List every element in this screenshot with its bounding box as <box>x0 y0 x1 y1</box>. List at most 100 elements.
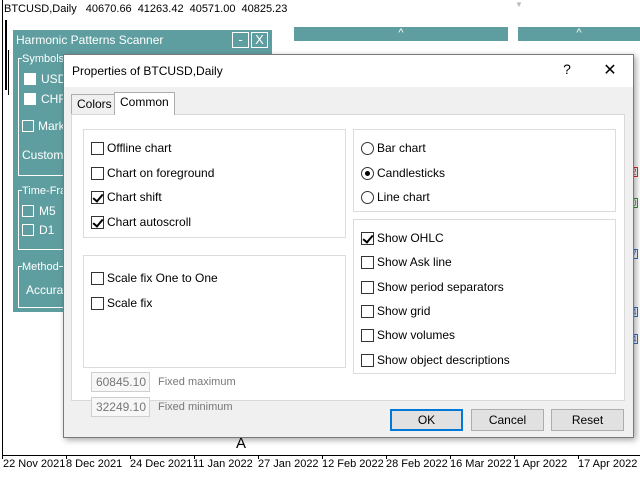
symbols-group-label: Symbols <box>22 53 65 65</box>
line-chart-option[interactable]: Line chart <box>361 189 430 205</box>
time-axis-tick <box>386 455 387 459</box>
chart-left-border <box>2 0 3 455</box>
show-object-descriptions-option[interactable]: Show object descriptions <box>361 352 510 368</box>
candlesticks-radio[interactable] <box>361 166 374 180</box>
ok-button[interactable]: OK <box>390 409 463 431</box>
time-axis-label: 8 Dec 2021 <box>66 458 123 470</box>
candlesticks-label: Candlesticks <box>377 166 446 180</box>
bar-chart-label: Bar chart <box>377 141 426 155</box>
show-ask-line-checkbox[interactable] <box>361 255 374 269</box>
properties-dialog[interactable]: Properties of BTCUSD,Daily ? ✕ Colors Co… <box>63 54 634 438</box>
time-axis-tick <box>450 455 451 459</box>
mark-label: Mark <box>38 119 65 133</box>
m5-checkbox[interactable] <box>22 205 34 217</box>
chart-close: 40825.23 <box>241 3 288 15</box>
chart-high: 41263.42 <box>137 3 184 15</box>
line-chart-label: Line chart <box>377 190 430 204</box>
offline-chart-label: Offline chart <box>107 141 172 155</box>
mark-checkbox[interactable] <box>22 120 34 132</box>
chart-header: BTCUSD,Daily 40670.66 41263.42 40571.00 408… <box>4 3 293 15</box>
dialog-titlebar[interactable]: Properties of BTCUSD,Daily ? ✕ <box>64 55 633 87</box>
chevron-up-icon: ^ <box>398 27 404 39</box>
time-axis-tick <box>2 455 3 459</box>
tab-colors[interactable]: Colors <box>71 94 118 115</box>
chart-foreground-option[interactable]: Chart on foreground <box>91 165 214 181</box>
show-volumes-option[interactable]: Show volumes <box>361 327 455 343</box>
reset-button[interactable]: Reset <box>551 409 624 431</box>
m5-label: M5 <box>39 204 56 218</box>
show-ask-line-option[interactable]: Show Ask line <box>361 254 452 270</box>
show-period-separators-option[interactable]: Show period separators <box>361 279 504 295</box>
fixed-maximum-label: Fixed maximum <box>158 376 236 388</box>
show-grid-option[interactable]: Show grid <box>361 303 430 319</box>
chart-shift-checkbox[interactable] <box>91 190 104 204</box>
usd-checkbox[interactable] <box>24 73 36 85</box>
chart-shift-label: Chart shift <box>107 190 162 204</box>
chart-panel-expand-button[interactable]: ^ <box>294 27 508 41</box>
show-volumes-label: Show volumes <box>377 328 456 342</box>
scale-fix-checkbox[interactable] <box>91 296 104 310</box>
custom-label: Custom <box>22 148 64 162</box>
fixed-minimum-input[interactable]: 32249.10 <box>91 397 150 417</box>
chart-shift-option[interactable]: Chart shift <box>91 189 162 205</box>
chart-foreground-label: Chart on foreground <box>107 166 215 180</box>
chart-autoscroll-option[interactable]: Chart autoscroll <box>91 214 191 230</box>
chevron-up-icon: ^ <box>576 27 582 39</box>
candle-wick <box>8 50 9 95</box>
bar-chart-radio[interactable] <box>361 141 374 155</box>
fixed-minimum-label: Fixed minimum <box>158 401 233 413</box>
time-axis-label: 12 Feb 2022 <box>322 458 384 470</box>
chart-symbol: BTCUSD,Daily <box>4 3 77 15</box>
line-chart-radio[interactable] <box>361 190 374 204</box>
candlesticks-option[interactable]: Candlesticks <box>361 165 445 181</box>
scale-fix-one-option[interactable]: Scale fix One to One <box>91 270 218 286</box>
show-grid-label: Show grid <box>377 304 431 318</box>
scanner-minimize-button[interactable]: - <box>232 32 249 48</box>
d1-checkbox[interactable] <box>22 224 34 236</box>
chf-checkbox[interactable] <box>24 93 36 105</box>
chart-panel-expand-button[interactable]: ^ <box>518 27 640 41</box>
time-axis-label: 17 Apr 2022 <box>578 458 638 470</box>
offline-chart-checkbox[interactable] <box>91 141 104 155</box>
time-axis-tick <box>578 455 579 459</box>
time-axis-tick <box>322 455 323 459</box>
scale-fix-one-label: Scale fix One to One <box>107 271 218 285</box>
chart-autoscroll-checkbox[interactable] <box>91 215 104 229</box>
time-axis-tick <box>194 455 195 459</box>
time-axis-tick <box>258 455 259 459</box>
show-ohlc-checkbox[interactable] <box>361 231 374 245</box>
time-axis-label: 16 Mar 2022 <box>450 458 512 470</box>
chart-open: 40670.66 <box>85 3 132 15</box>
time-axis-label: 28 Feb 2022 <box>386 458 448 470</box>
help-button[interactable]: ? <box>559 61 575 77</box>
method-group-label: Method <box>22 261 59 273</box>
d1-label: D1 <box>39 223 55 237</box>
scale-fix-one-checkbox[interactable] <box>91 271 104 285</box>
scroll-up-icon: ▼ <box>515 0 523 9</box>
accuracy-label: Accura <box>26 283 64 297</box>
tab-common[interactable]: Common <box>114 92 175 115</box>
fixed-maximum-input[interactable]: 60845.10 <box>91 372 150 392</box>
show-period-separators-checkbox[interactable] <box>361 280 374 294</box>
time-axis-tick <box>130 455 131 459</box>
scanner-title: Harmonic Patterns Scanner <box>16 33 164 47</box>
show-volumes-checkbox[interactable] <box>361 328 374 342</box>
show-ask-line-label: Show Ask line <box>377 255 452 269</box>
cancel-button[interactable]: Cancel <box>471 409 544 431</box>
scale-fix-option[interactable]: Scale fix <box>91 295 152 311</box>
time-axis-tick <box>66 455 67 459</box>
close-button[interactable]: ✕ <box>600 60 620 80</box>
show-ohlc-option[interactable]: Show OHLC <box>361 230 444 246</box>
show-object-descriptions-checkbox[interactable] <box>361 353 374 367</box>
chart-foreground-checkbox[interactable] <box>91 166 104 180</box>
dialog-title: Properties of BTCUSD,Daily <box>72 64 223 78</box>
bar-chart-option[interactable]: Bar chart <box>361 140 426 156</box>
scanner-close-button[interactable]: X <box>251 32 268 48</box>
chf-label: CHF <box>41 92 66 106</box>
offline-chart-option[interactable]: Offline chart <box>91 140 171 156</box>
show-grid-checkbox[interactable] <box>361 304 374 318</box>
time-axis-label: 22 Nov 2021 <box>3 458 66 470</box>
chart-autoscroll-label: Chart autoscroll <box>107 215 192 229</box>
time-axis-label: 1 Apr 2022 <box>514 458 568 470</box>
time-axis-line <box>2 455 640 456</box>
